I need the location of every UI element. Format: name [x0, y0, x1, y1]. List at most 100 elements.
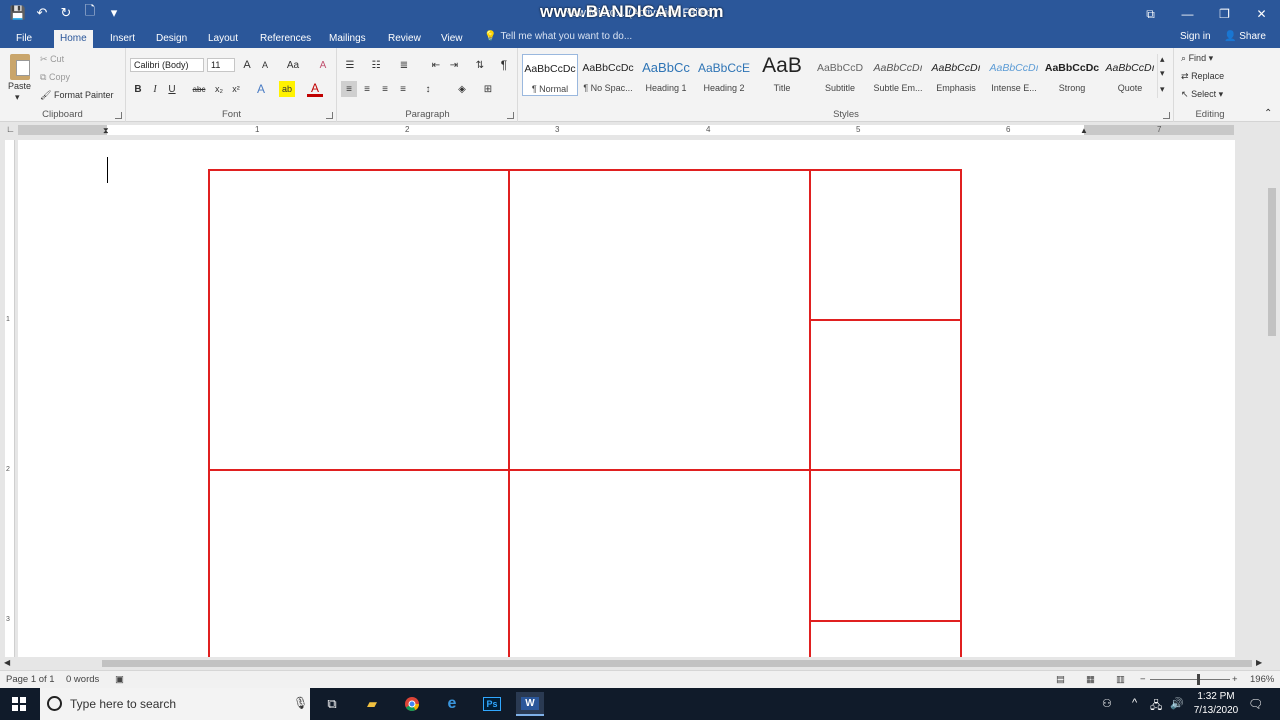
style-quote[interactable]: AaBbCcDı Quote [1102, 54, 1158, 96]
align-center-icon[interactable]: ≡ [359, 81, 375, 97]
line-spacing-icon[interactable]: ↕ [420, 81, 436, 97]
tab-layout[interactable]: Layout [202, 30, 244, 48]
tab-design[interactable]: Design [150, 30, 193, 48]
change-case-icon[interactable]: Aa [281, 57, 305, 73]
style-subtitle[interactable]: AaBbCcD Subtitle [812, 54, 868, 96]
justify-icon[interactable]: ≡ [395, 81, 411, 97]
table-cell[interactable] [809, 469, 962, 622]
chevron-up-icon[interactable]: ^ [1132, 697, 1137, 709]
style-emphasis[interactable]: AaBbCcDı Emphasis [928, 54, 984, 96]
read-mode-icon[interactable]: ▤ [1056, 674, 1065, 685]
grow-font-icon[interactable]: A [239, 57, 255, 73]
web-layout-icon[interactable]: ▥ [1116, 674, 1125, 685]
styles-launcher-icon[interactable] [1163, 112, 1170, 119]
table-cell[interactable] [208, 169, 510, 471]
print-layout-icon[interactable]: ▦ [1086, 674, 1095, 685]
tab-mailings[interactable]: Mailings [323, 30, 372, 48]
tell-me-box[interactable]: 💡 Tell me what you want to do... [484, 31, 632, 42]
style-intense-emphasis[interactable]: AaBbCcDı Intense E... [986, 54, 1042, 96]
font-size-box[interactable]: 11 [207, 58, 235, 72]
zoom-level[interactable]: 196% [1250, 674, 1274, 685]
tab-file[interactable]: File [10, 30, 38, 48]
sort-icon[interactable]: ⇅ [472, 57, 488, 73]
style-heading-1[interactable]: AaBbCc Heading 1 [638, 54, 694, 96]
increase-indent-icon[interactable]: ⇥ [446, 57, 462, 73]
shading-icon[interactable]: ◈ [454, 81, 470, 97]
text-effects-icon[interactable]: A [253, 81, 269, 97]
tab-references[interactable]: References [254, 30, 317, 48]
zoom-slider-thumb[interactable] [1197, 674, 1200, 685]
numbering-icon[interactable]: ☷ [368, 57, 384, 73]
style-title[interactable]: AaB Title [754, 54, 810, 96]
tab-review[interactable]: Review [382, 30, 427, 48]
zoom-out-button[interactable]: − [1140, 674, 1146, 685]
people-icon[interactable]: ⚇ [1102, 697, 1112, 710]
system-clock[interactable]: 1:32 PM 7/13/2020 [1188, 690, 1244, 718]
collapse-ribbon-icon[interactable]: ⌃ [1264, 108, 1272, 119]
scroll-left-icon[interactable]: ◀ [4, 658, 10, 667]
select-button[interactable]: ↖ Select ▾ [1181, 89, 1223, 100]
proofing-icon[interactable]: ▣ [115, 674, 124, 685]
edge-icon[interactable]: e [438, 692, 466, 716]
gallery-more-icon[interactable]: ▾ [1160, 84, 1165, 95]
align-left-icon[interactable]: ≡ [341, 81, 357, 97]
ribbon-display-options-button[interactable]: ⧉ [1132, 0, 1169, 28]
sign-in-link[interactable]: Sign in [1180, 31, 1211, 42]
styles-gallery-scroll[interactable]: ▴ ▾ ▾ [1157, 54, 1168, 98]
format-painter-button[interactable]: 🖌 Format Painter [40, 90, 113, 101]
show-formatting-icon[interactable]: ¶ [496, 57, 512, 73]
clear-formatting-icon[interactable]: A [315, 57, 331, 73]
table-cell[interactable] [809, 319, 962, 471]
decrease-indent-icon[interactable]: ⇤ [428, 57, 444, 73]
style-no-spacing[interactable]: AaBbCcDc ¶ No Spac... [580, 54, 636, 96]
scroll-right-icon[interactable]: ▶ [1256, 658, 1262, 667]
table-cell[interactable] [508, 469, 811, 657]
restore-button[interactable]: ❐ [1206, 0, 1243, 28]
volume-icon[interactable]: 🔊 [1170, 697, 1184, 710]
document-page[interactable] [18, 140, 1235, 657]
style-subtle-emphasis[interactable]: AaBbCcDı Subtle Em... [870, 54, 926, 96]
bullets-icon[interactable]: ☰ [342, 57, 358, 73]
indent-marker-icon[interactable]: ⧗ [103, 126, 109, 136]
tab-selector-icon[interactable]: ∟ [6, 124, 15, 134]
underline-icon[interactable]: U [164, 81, 180, 97]
ruler-text-area[interactable] [107, 125, 1084, 135]
bold-icon[interactable]: B [130, 81, 146, 97]
strikethrough-icon[interactable]: abc [189, 81, 209, 97]
vertical-scrollbar[interactable] [1266, 140, 1278, 657]
network-icon[interactable]: 🖧 [1150, 697, 1162, 716]
start-button[interactable] [0, 688, 38, 720]
paste-button[interactable]: Paste [8, 81, 31, 91]
paste-dropdown-icon[interactable]: ▾ [15, 92, 20, 103]
page-count[interactable]: Page 1 of 1 [6, 674, 55, 685]
table-cell[interactable] [508, 169, 811, 471]
style-normal[interactable]: AaBbCcDc ¶ Normal [522, 54, 578, 96]
file-explorer-icon[interactable]: ▰ [358, 692, 386, 716]
tab-home[interactable]: Home [54, 30, 93, 48]
subscript-icon[interactable]: x₂ [211, 81, 227, 97]
chrome-icon[interactable] [398, 692, 426, 716]
style-strong[interactable]: AaBbCcDc Strong [1044, 54, 1100, 96]
copy-button[interactable]: ⧉ Copy [40, 72, 70, 83]
table-cell[interactable] [809, 169, 962, 321]
replace-button[interactable]: ⇄ Replace [1181, 71, 1224, 82]
style-heading-2[interactable]: AaBbCcE Heading 2 [696, 54, 752, 96]
font-color-icon[interactable]: A [307, 81, 323, 97]
chevron-up-icon[interactable]: ▴ [1160, 54, 1165, 65]
table-cell[interactable] [208, 469, 510, 657]
zoom-in-button[interactable]: + [1232, 674, 1238, 685]
tab-insert[interactable]: Insert [104, 30, 141, 48]
align-right-icon[interactable]: ≡ [377, 81, 393, 97]
italic-icon[interactable]: I [147, 81, 163, 97]
task-view-icon[interactable]: ⧉ [318, 692, 346, 716]
vertical-scroll-thumb[interactable] [1268, 188, 1276, 336]
multilevel-list-icon[interactable]: ≣ [396, 57, 412, 73]
superscript-icon[interactable]: x² [228, 81, 244, 97]
font-name-box[interactable]: Calibri (Body) [130, 58, 204, 72]
minimize-button[interactable]: — [1169, 0, 1206, 28]
tab-view[interactable]: View [435, 30, 469, 48]
zoom-slider[interactable] [1150, 679, 1230, 680]
microphone-icon[interactable]: 🎙 [293, 696, 308, 710]
word-count[interactable]: 0 words [66, 674, 99, 685]
horizontal-scroll-thumb[interactable] [102, 660, 1252, 667]
